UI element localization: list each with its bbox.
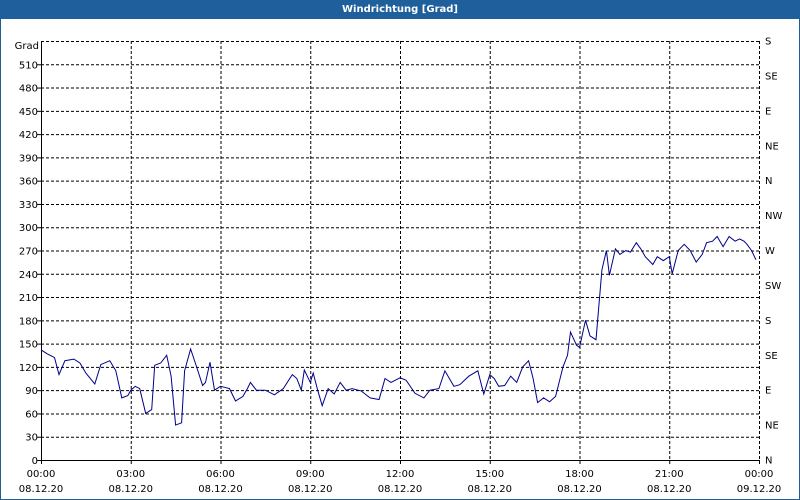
- compass-label: S: [765, 316, 771, 327]
- x-tick-time-label: 15:00: [475, 469, 504, 480]
- compass-label: W: [765, 246, 775, 257]
- x-tick-time-label: 09:00: [296, 469, 325, 480]
- y-tick-label: 60: [25, 409, 38, 420]
- y-tick-label: 330: [19, 200, 38, 211]
- x-tick-date-label: 08.12.20: [647, 484, 692, 495]
- x-tick-time-label: 18:00: [565, 469, 594, 480]
- y-tick-label: 510: [19, 60, 38, 71]
- wind-direction-chart: 0 30 60 90 120 150 180 210 240 270 300 330 360 390 420…: [15, 37, 783, 496]
- x-tick-time-label: 12:00: [386, 469, 415, 480]
- wind-direction-series-line: [40, 235, 757, 426]
- y-tick-label: 450: [19, 107, 38, 118]
- y-tick-label: 360: [19, 177, 38, 188]
- x-tick-time-label: 21:00: [655, 469, 684, 480]
- y-tick-label: 120: [19, 363, 38, 374]
- x-tick-date-label: 08.12.20: [378, 484, 423, 495]
- x-tick-date-label: 08.12.20: [557, 484, 602, 495]
- compass-label: SW: [765, 281, 781, 292]
- chart-window: Windrichtung [Grad] 0 30 60 90 120 150 180 210 2…: [0, 0, 800, 500]
- y-tick-label: 180: [19, 316, 38, 327]
- y-tick-label: 480: [19, 84, 38, 95]
- x-tick-time-label: 00:00: [745, 469, 774, 480]
- x-tick-time-label: 03:00: [116, 469, 145, 480]
- x-tick-time-label: 06:00: [206, 469, 235, 480]
- x-tick-date-label: 08.12.20: [108, 484, 153, 495]
- y-tick-label: 270: [19, 247, 38, 258]
- compass-label: NE: [765, 421, 779, 432]
- compass-label: N: [765, 456, 772, 467]
- y-tick-label: 420: [19, 130, 38, 141]
- compass-label: E: [765, 106, 771, 117]
- y-tick-label: 0: [32, 456, 38, 467]
- y-tick-label: 30: [25, 433, 38, 444]
- compass-label: SE: [765, 71, 778, 82]
- x-tick-date-label: 08.12.20: [288, 484, 333, 495]
- y-tick-label: 300: [19, 223, 38, 234]
- y-tick-label: 150: [19, 340, 38, 351]
- x-tick-date-label: 08.12.20: [467, 484, 512, 495]
- y-tick-label: 210: [19, 293, 38, 304]
- x-tick-date-label: 09.12.20: [737, 484, 782, 495]
- y-tick-label: 90: [25, 386, 38, 397]
- y-axis-unit-label: Grad: [15, 41, 39, 52]
- compass-label: NE: [765, 141, 779, 152]
- compass-label: E: [765, 386, 771, 397]
- compass-label: SE: [765, 351, 778, 362]
- compass-label: NW: [765, 211, 782, 222]
- compass-label: N: [765, 176, 772, 187]
- x-tick-time-label: 00:00: [27, 469, 56, 480]
- compass-label: S: [765, 37, 771, 48]
- x-tick-date-label: 08.12.20: [198, 484, 243, 495]
- y-tick-label: 390: [19, 153, 38, 164]
- y-tick-label: 240: [19, 270, 38, 281]
- x-tick-date-label: 08.12.20: [19, 484, 64, 495]
